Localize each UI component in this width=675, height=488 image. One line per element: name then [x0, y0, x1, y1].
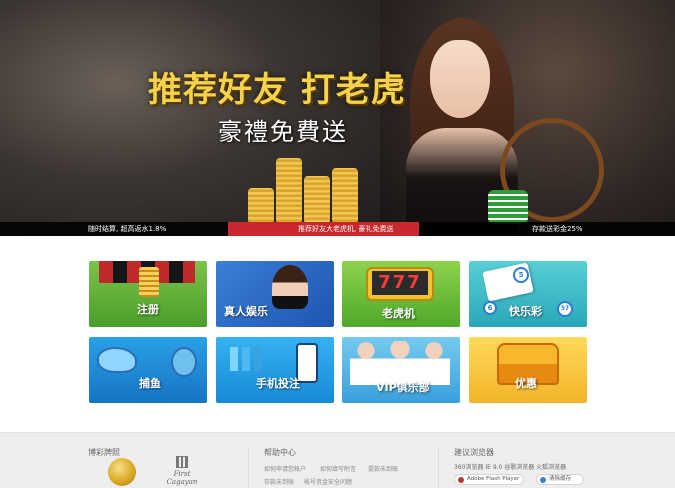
banner-ticker: 随时结算, 超高返水1.8% 推荐好友大老虎机, 豪礼免费送 存款送彩金25%	[0, 222, 675, 236]
fish-icon	[171, 347, 197, 377]
tile-vip-club-label: VIP俱乐部	[376, 381, 430, 394]
help-link[interactable]: 如何填写附言	[320, 464, 356, 473]
ticker-left-text: 随时结算, 超高返水1.8%	[88, 225, 167, 233]
tile-mobile-betting[interactable]: 手机投注	[216, 337, 334, 403]
tile-live-casino[interactable]: 真人娱乐	[216, 261, 334, 327]
tile-lottery-label: 快乐彩	[509, 305, 542, 318]
tile-promotions[interactable]: 优惠	[469, 337, 587, 403]
first-cagayan-logo: First Cagayan	[158, 456, 206, 486]
help-link[interactable]: 帐号资金安全问题	[304, 477, 352, 486]
clear-cache-label: 清除缓存	[549, 476, 572, 482]
tile-mobile-betting-label: 手机投注	[256, 377, 300, 390]
flash-icon	[458, 477, 464, 483]
flash-player-button[interactable]: Adobe Flash Player	[454, 474, 524, 485]
tile-register-label: 注册	[137, 303, 159, 316]
lottery-ball-icon: 6	[483, 301, 497, 315]
lottery-ball-icon: 5	[513, 267, 529, 283]
page: 推荐好友 打老虎 豪禮免費送 随时结算, 超高返水1.8% 推荐好友大老虎机, …	[0, 0, 675, 488]
tile-fishing[interactable]: 捕鱼	[89, 337, 207, 403]
help-link[interactable]: 存款未到账	[264, 477, 294, 486]
footer-license-title: 博彩牌照	[88, 448, 120, 457]
chart-bars-icon	[230, 347, 264, 371]
help-link[interactable]: 提款未到账	[368, 464, 398, 473]
help-link[interactable]: 如何申请您帐户	[264, 464, 306, 473]
footer-divider	[438, 449, 439, 488]
tile-fishing-label: 捕鱼	[139, 377, 161, 390]
clear-cache-button[interactable]: 清除缓存	[536, 474, 584, 485]
ticker-center-text[interactable]: 推荐好友大老虎机, 豪礼免费送	[298, 224, 393, 234]
tile-slots-label: 老虎机	[382, 307, 415, 320]
flash-player-label: Adobe Flash Player	[467, 476, 520, 482]
footer-browser-title: 建议浏览器	[454, 448, 494, 457]
slot-reel-text: 777	[372, 271, 428, 295]
tile-live-casino-label: 真人娱乐	[224, 305, 268, 318]
ticker-right-text: 存款送彩金25%	[532, 225, 583, 233]
browser-list-text: 360浏览器 IE 9.0 谷歌浏览器 火狐浏览器	[454, 464, 567, 471]
tile-promotions-label: 优惠	[515, 377, 537, 390]
license-seal-icon	[108, 458, 136, 486]
coin-stack-icon	[139, 267, 159, 297]
product-tiles: 注册 真人娱乐 777 老虎机 5 6 57 快乐彩 捕鱼 手机投注 VIP俱乐…	[89, 261, 587, 403]
tile-vip-club[interactable]: VIP俱乐部	[342, 337, 460, 403]
tile-lottery[interactable]: 5 6 57 快乐彩	[469, 261, 587, 327]
shark-icon	[97, 347, 137, 373]
dealer-image	[272, 265, 308, 309]
broom-icon	[540, 477, 546, 483]
lottery-ball-icon: 57	[557, 301, 573, 317]
tile-register[interactable]: 注册	[89, 261, 207, 327]
promo-banner[interactable]: 推荐好友 打老虎 豪禮免費送 随时结算, 超高返水1.8% 推荐好友大老虎机, …	[0, 0, 675, 236]
tile-slots[interactable]: 777 老虎机	[342, 261, 460, 327]
banner-subline: 豪禮免費送	[218, 118, 348, 146]
footer-help-title: 帮助中心	[264, 448, 296, 457]
banner-headline: 推荐好友 打老虎	[148, 70, 406, 110]
casino-chips-image	[488, 190, 528, 224]
footer-divider	[248, 449, 249, 488]
